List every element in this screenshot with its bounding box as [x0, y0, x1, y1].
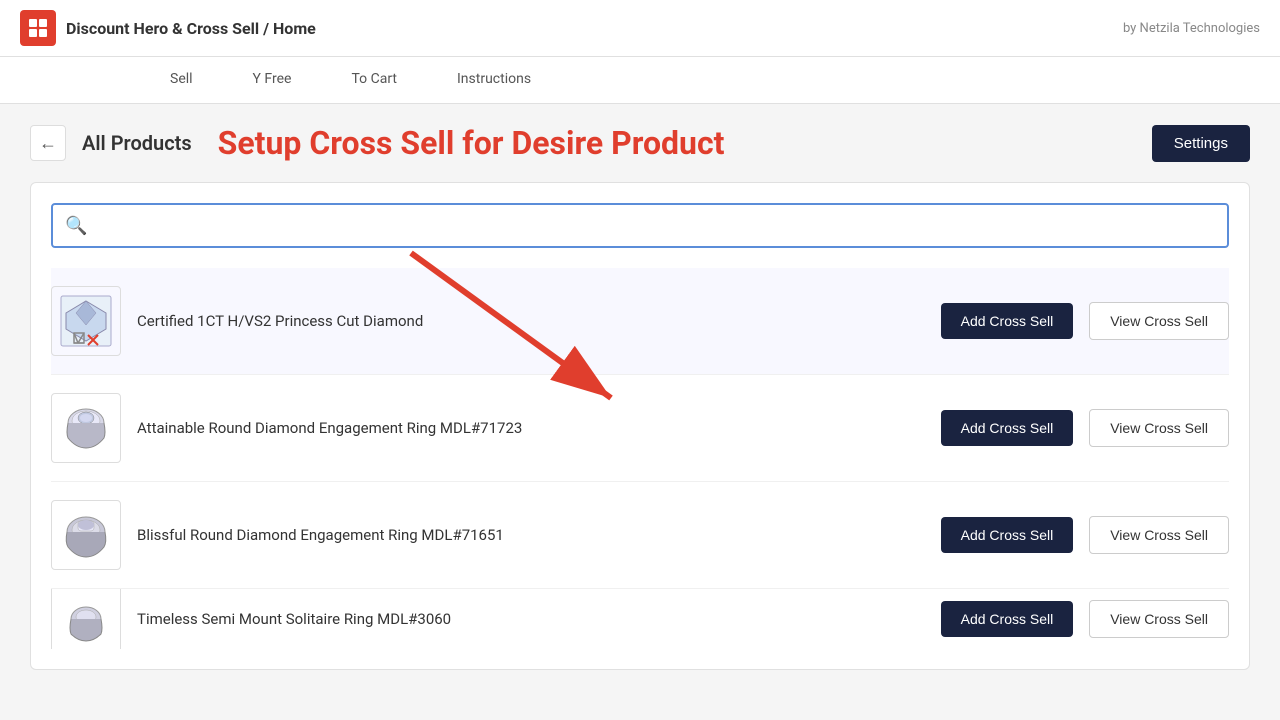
- back-button[interactable]: ←: [30, 125, 66, 161]
- product-image-1: [51, 286, 121, 356]
- annotation-heading: Setup Cross Sell for Desire Product: [218, 124, 725, 162]
- product-name-3: Blissful Round Diamond Engagement Ring M…: [137, 526, 925, 544]
- product-name-1: Certified 1CT H/VS2 Princess Cut Diamond: [137, 312, 925, 330]
- nav-tab-sell[interactable]: Sell: [140, 57, 223, 103]
- product-image-3: [51, 500, 121, 570]
- nav-tab-tocart[interactable]: To Cart: [321, 57, 427, 103]
- table-row: Blissful Round Diamond Engagement Ring M…: [51, 482, 1229, 589]
- product-image-2: [51, 393, 121, 463]
- search-icon: 🔍: [65, 215, 87, 236]
- page-header-row: ← All Products Setup Cross Sell for Desi…: [30, 124, 1250, 162]
- table-row: Attainable Round Diamond Engagement Ring…: [51, 375, 1229, 482]
- add-cross-sell-button-3[interactable]: Add Cross Sell: [941, 517, 1074, 553]
- nav-tab-empty1[interactable]: [20, 57, 80, 103]
- page-title: All Products: [82, 131, 192, 155]
- app-header: Discount Hero & Cross Sell / Home by Net…: [0, 0, 1280, 57]
- header-by: by Netzila Technologies: [1123, 21, 1260, 36]
- app-title: Discount Hero & Cross Sell / Home: [66, 19, 316, 38]
- app-logo: [20, 10, 56, 46]
- search-input[interactable]: [51, 203, 1229, 248]
- product-list: Certified 1CT H/VS2 Princess Cut Diamond…: [51, 268, 1229, 649]
- nav-tab-yfree[interactable]: Y Free: [223, 57, 322, 103]
- view-cross-sell-button-2[interactable]: View Cross Sell: [1089, 409, 1229, 447]
- add-cross-sell-button-4[interactable]: Add Cross Sell: [941, 601, 1074, 637]
- header-left: Discount Hero & Cross Sell / Home: [20, 10, 316, 46]
- table-row: Certified 1CT H/VS2 Princess Cut Diamond…: [51, 268, 1229, 375]
- add-cross-sell-button-1[interactable]: Add Cross Sell: [941, 303, 1074, 339]
- settings-button[interactable]: Settings: [1152, 125, 1250, 162]
- nav-tabs: Sell Y Free To Cart Instructions: [0, 57, 1280, 104]
- table-row: Timeless Semi Mount Solitaire Ring MDL#3…: [51, 589, 1229, 649]
- main-content: ← All Products Setup Cross Sell for Desi…: [0, 104, 1280, 690]
- nav-tab-empty2[interactable]: [80, 57, 140, 103]
- product-image-4: [51, 589, 121, 649]
- product-name-4: Timeless Semi Mount Solitaire Ring MDL#3…: [137, 610, 925, 628]
- view-cross-sell-button-4[interactable]: View Cross Sell: [1089, 600, 1229, 638]
- search-wrap: 🔍: [51, 203, 1229, 248]
- nav-tab-instructions[interactable]: Instructions: [427, 57, 561, 103]
- add-cross-sell-button-2[interactable]: Add Cross Sell: [941, 410, 1074, 446]
- view-cross-sell-button-1[interactable]: View Cross Sell: [1089, 302, 1229, 340]
- view-cross-sell-button-3[interactable]: View Cross Sell: [1089, 516, 1229, 554]
- products-card: 🔍: [30, 182, 1250, 670]
- product-name-2: Attainable Round Diamond Engagement Ring…: [137, 419, 925, 437]
